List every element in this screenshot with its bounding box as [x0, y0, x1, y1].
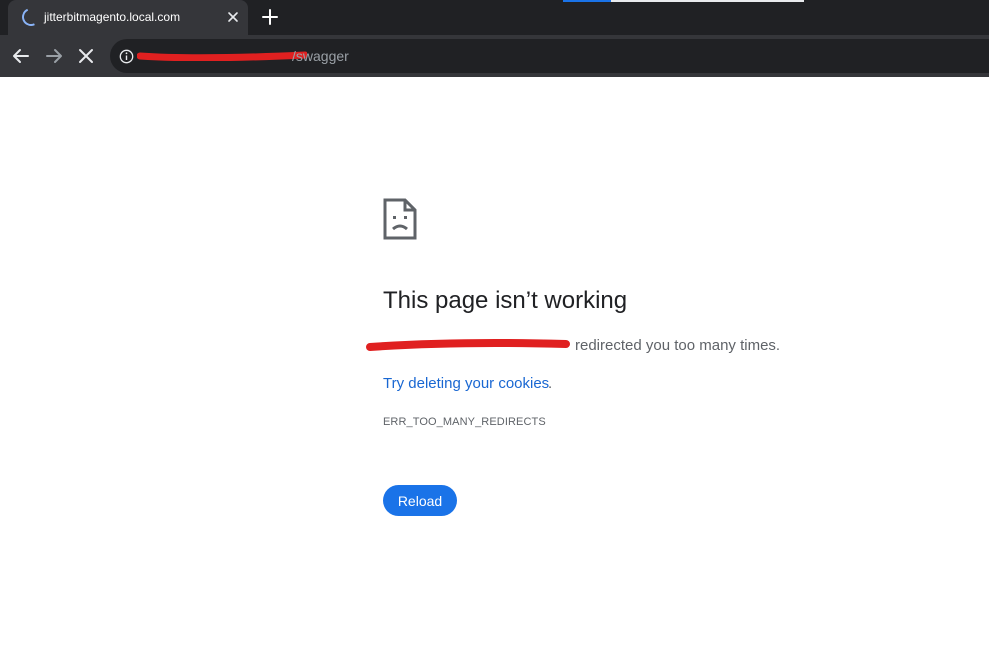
sad-page-icon: [383, 198, 417, 240]
close-icon[interactable]: [75, 45, 97, 67]
tab-strip: jitterbitmagento.local.com: [0, 0, 989, 35]
arrow-left-icon[interactable]: [10, 45, 32, 67]
close-icon[interactable]: [224, 8, 242, 26]
arrow-right-icon[interactable]: [43, 45, 65, 67]
strip-accent: [563, 0, 611, 2]
browser-toolbar: /swagger: [0, 35, 989, 77]
info-icon[interactable]: [119, 49, 134, 64]
error-code: ERR_TOO_MANY_REDIRECTS: [383, 416, 546, 428]
tab-title: jitterbitmagento.local.com: [44, 10, 181, 24]
address-bar[interactable]: /swagger: [110, 39, 989, 73]
reload-button[interactable]: Reload: [383, 485, 457, 516]
browser-tab[interactable]: jitterbitmagento.local.com: [8, 0, 248, 35]
host-redaction: [366, 339, 570, 351]
error-heading: This page isn’t working: [383, 287, 628, 314]
strip-accent-light: [611, 0, 804, 2]
error-message: redirected you too many times.: [575, 337, 781, 354]
url-redaction: [137, 51, 307, 61]
spinner-icon: [19, 5, 43, 29]
suggestion-period: .: [548, 375, 553, 392]
delete-cookies-link[interactable]: Try deleting your cookies: [383, 375, 549, 392]
url-path: /swagger: [292, 48, 349, 64]
plus-icon[interactable]: [260, 7, 280, 27]
